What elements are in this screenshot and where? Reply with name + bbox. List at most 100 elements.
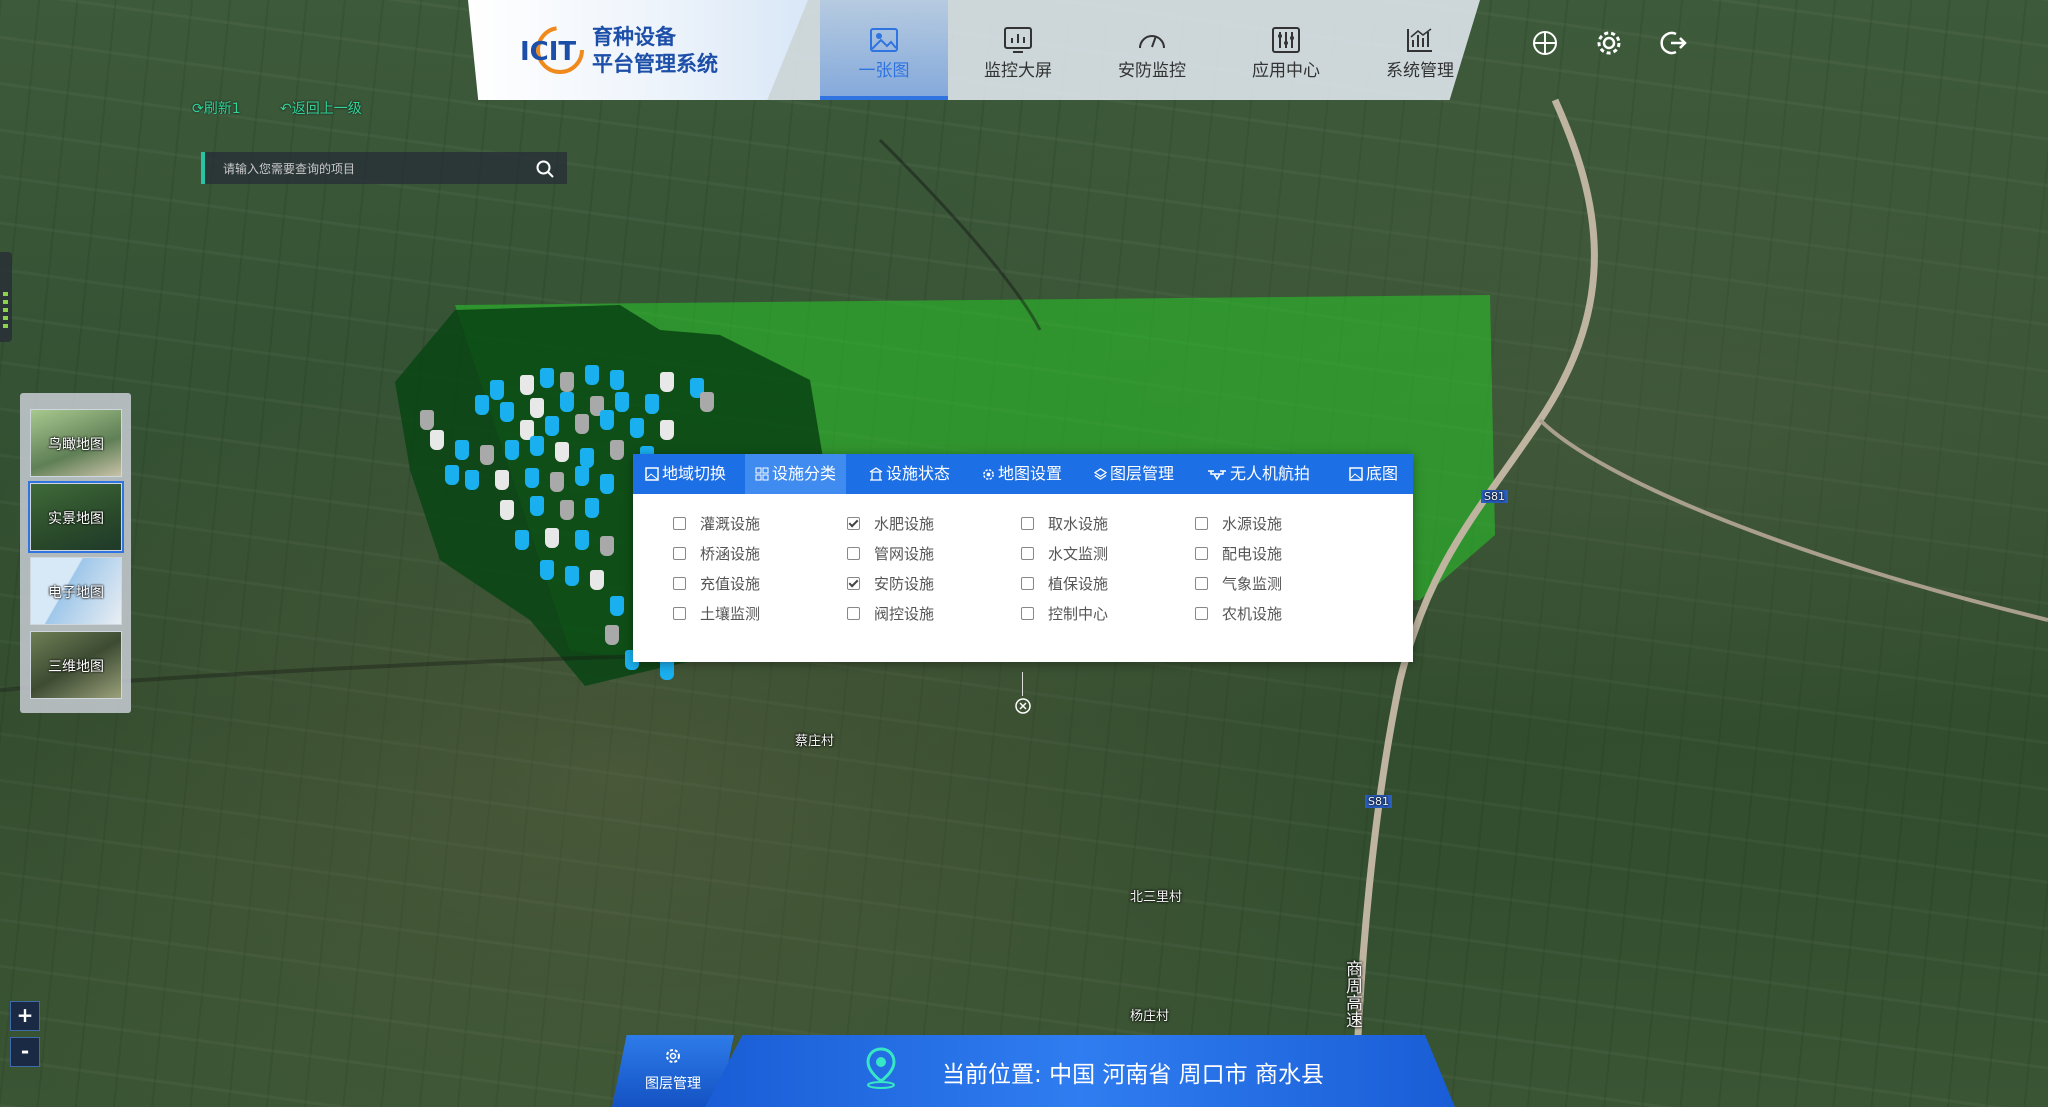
facility-marker[interactable] — [580, 448, 594, 468]
facility-option[interactable]: 灌溉设施 — [673, 514, 760, 534]
facility-marker[interactable] — [545, 416, 559, 436]
facility-marker[interactable] — [585, 365, 599, 385]
facility-marker[interactable] — [660, 372, 674, 392]
facility-checkbox[interactable] — [1195, 577, 1208, 590]
facility-option[interactable]: 土壤监测 — [673, 604, 760, 624]
facility-option[interactable]: 农机设施 — [1195, 604, 1282, 624]
facility-option[interactable]: 植保设施 — [1021, 574, 1108, 594]
facility-checkbox[interactable] — [1021, 547, 1034, 560]
facility-marker[interactable] — [540, 368, 554, 388]
facility-checkbox[interactable] — [1021, 577, 1034, 590]
back-button[interactable]: ↶返回上一级 — [280, 98, 362, 118]
facility-marker[interactable] — [600, 410, 614, 430]
facility-option[interactable]: 取水设施 — [1021, 514, 1108, 534]
facility-option[interactable]: 水文监测 — [1021, 544, 1108, 564]
nav-yizhangtu[interactable]: 一张图 — [820, 0, 948, 100]
facility-marker[interactable] — [420, 410, 434, 430]
gear-icon[interactable] — [1594, 28, 1624, 58]
facility-marker[interactable] — [610, 370, 624, 390]
facility-marker[interactable] — [430, 430, 444, 450]
nav-app-center[interactable]: 应用中心 — [1222, 0, 1350, 100]
facility-checkbox[interactable] — [1021, 607, 1034, 620]
facility-checkbox[interactable] — [673, 607, 686, 620]
facility-marker[interactable] — [525, 468, 539, 488]
facility-marker[interactable] — [505, 440, 519, 460]
search-input[interactable] — [221, 158, 525, 180]
facility-marker[interactable] — [520, 375, 534, 395]
nav-system-admin[interactable]: 系统管理 — [1356, 0, 1484, 100]
facility-checkbox[interactable] — [847, 577, 860, 590]
tab-drone-photography[interactable]: 无人机航拍 — [1207, 454, 1310, 494]
tab-map-settings[interactable]: 地图设置 — [982, 454, 1062, 494]
facility-marker[interactable] — [515, 530, 529, 550]
facility-marker[interactable] — [530, 436, 544, 456]
logout-icon[interactable] — [1658, 28, 1688, 58]
facility-marker[interactable] — [630, 418, 644, 438]
compass-icon[interactable] — [1530, 28, 1560, 58]
facility-marker[interactable] — [590, 570, 604, 590]
facility-option[interactable]: 管网设施 — [847, 544, 934, 564]
facility-option[interactable]: 桥涵设施 — [673, 544, 760, 564]
facility-marker[interactable] — [575, 414, 589, 434]
facility-marker[interactable] — [610, 440, 624, 460]
tab-layer-management[interactable]: 图层管理 — [1093, 454, 1174, 494]
facility-marker[interactable] — [545, 528, 559, 548]
zoom-in-button[interactable]: + — [10, 1001, 40, 1031]
facility-checkbox[interactable] — [1195, 517, 1208, 530]
facility-option[interactable]: 阀控设施 — [847, 604, 934, 624]
facility-option[interactable]: 充值设施 — [673, 574, 760, 594]
nav-monitor-screen[interactable]: 监控大屏 — [954, 0, 1082, 100]
facility-checkbox[interactable] — [673, 547, 686, 560]
facility-checkbox[interactable] — [847, 547, 860, 560]
side-handle[interactable] — [0, 252, 12, 342]
facility-option[interactable]: 配电设施 — [1195, 544, 1282, 564]
facility-marker[interactable] — [600, 474, 614, 494]
facility-option[interactable]: 控制中心 — [1021, 604, 1108, 624]
facility-checkbox[interactable] — [673, 517, 686, 530]
facility-marker[interactable] — [645, 394, 659, 414]
facility-marker[interactable] — [555, 442, 569, 462]
facility-checkbox[interactable] — [673, 577, 686, 590]
facility-marker[interactable] — [605, 625, 619, 645]
facility-checkbox[interactable] — [1021, 517, 1034, 530]
facility-marker[interactable] — [490, 380, 504, 400]
tab-facility-category[interactable]: 设施分类 — [745, 454, 847, 494]
zoom-out-button[interactable]: - — [10, 1037, 40, 1067]
facility-marker[interactable] — [615, 392, 629, 412]
facility-marker[interactable] — [495, 470, 509, 490]
facility-marker[interactable] — [455, 440, 469, 460]
facility-marker[interactable] — [500, 402, 514, 422]
facility-marker[interactable] — [560, 500, 574, 520]
facility-marker[interactable] — [565, 566, 579, 586]
facility-marker[interactable] — [540, 560, 554, 580]
facility-marker[interactable] — [600, 536, 614, 556]
facility-marker[interactable] — [660, 660, 674, 680]
facility-marker[interactable] — [700, 392, 714, 412]
map-type-electronic[interactable]: 电子地图 — [30, 557, 122, 625]
facility-option[interactable]: 气象监测 — [1195, 574, 1282, 594]
facility-marker[interactable] — [575, 466, 589, 486]
facility-option[interactable]: 水源设施 — [1195, 514, 1282, 534]
facility-marker[interactable] — [585, 498, 599, 518]
facility-marker[interactable] — [610, 596, 624, 616]
map-type-satellite[interactable]: 实景地图 — [28, 481, 124, 553]
facility-marker[interactable] — [660, 420, 674, 440]
facility-marker[interactable] — [560, 392, 574, 412]
close-icon[interactable] — [1014, 697, 1032, 715]
facility-checkbox[interactable] — [1195, 547, 1208, 560]
tab-facility-status[interactable]: 设施状态 — [869, 454, 950, 494]
facility-marker[interactable] — [550, 472, 564, 492]
facility-checkbox[interactable] — [847, 517, 860, 530]
facility-checkbox[interactable] — [1195, 607, 1208, 620]
facility-option[interactable]: 安防设施 — [847, 574, 934, 594]
nav-security-monitor[interactable]: 安防监控 — [1088, 0, 1216, 100]
tab-region-switch[interactable]: 地域切换 — [645, 454, 726, 494]
facility-marker[interactable] — [445, 465, 459, 485]
facility-marker[interactable] — [500, 500, 514, 520]
facility-marker[interactable] — [530, 398, 544, 418]
facility-marker[interactable] — [530, 496, 544, 516]
facility-checkbox[interactable] — [847, 607, 860, 620]
facility-marker[interactable] — [560, 372, 574, 392]
refresh-button[interactable]: ⟳刷新1 — [192, 98, 241, 118]
search-icon[interactable] — [535, 159, 555, 179]
